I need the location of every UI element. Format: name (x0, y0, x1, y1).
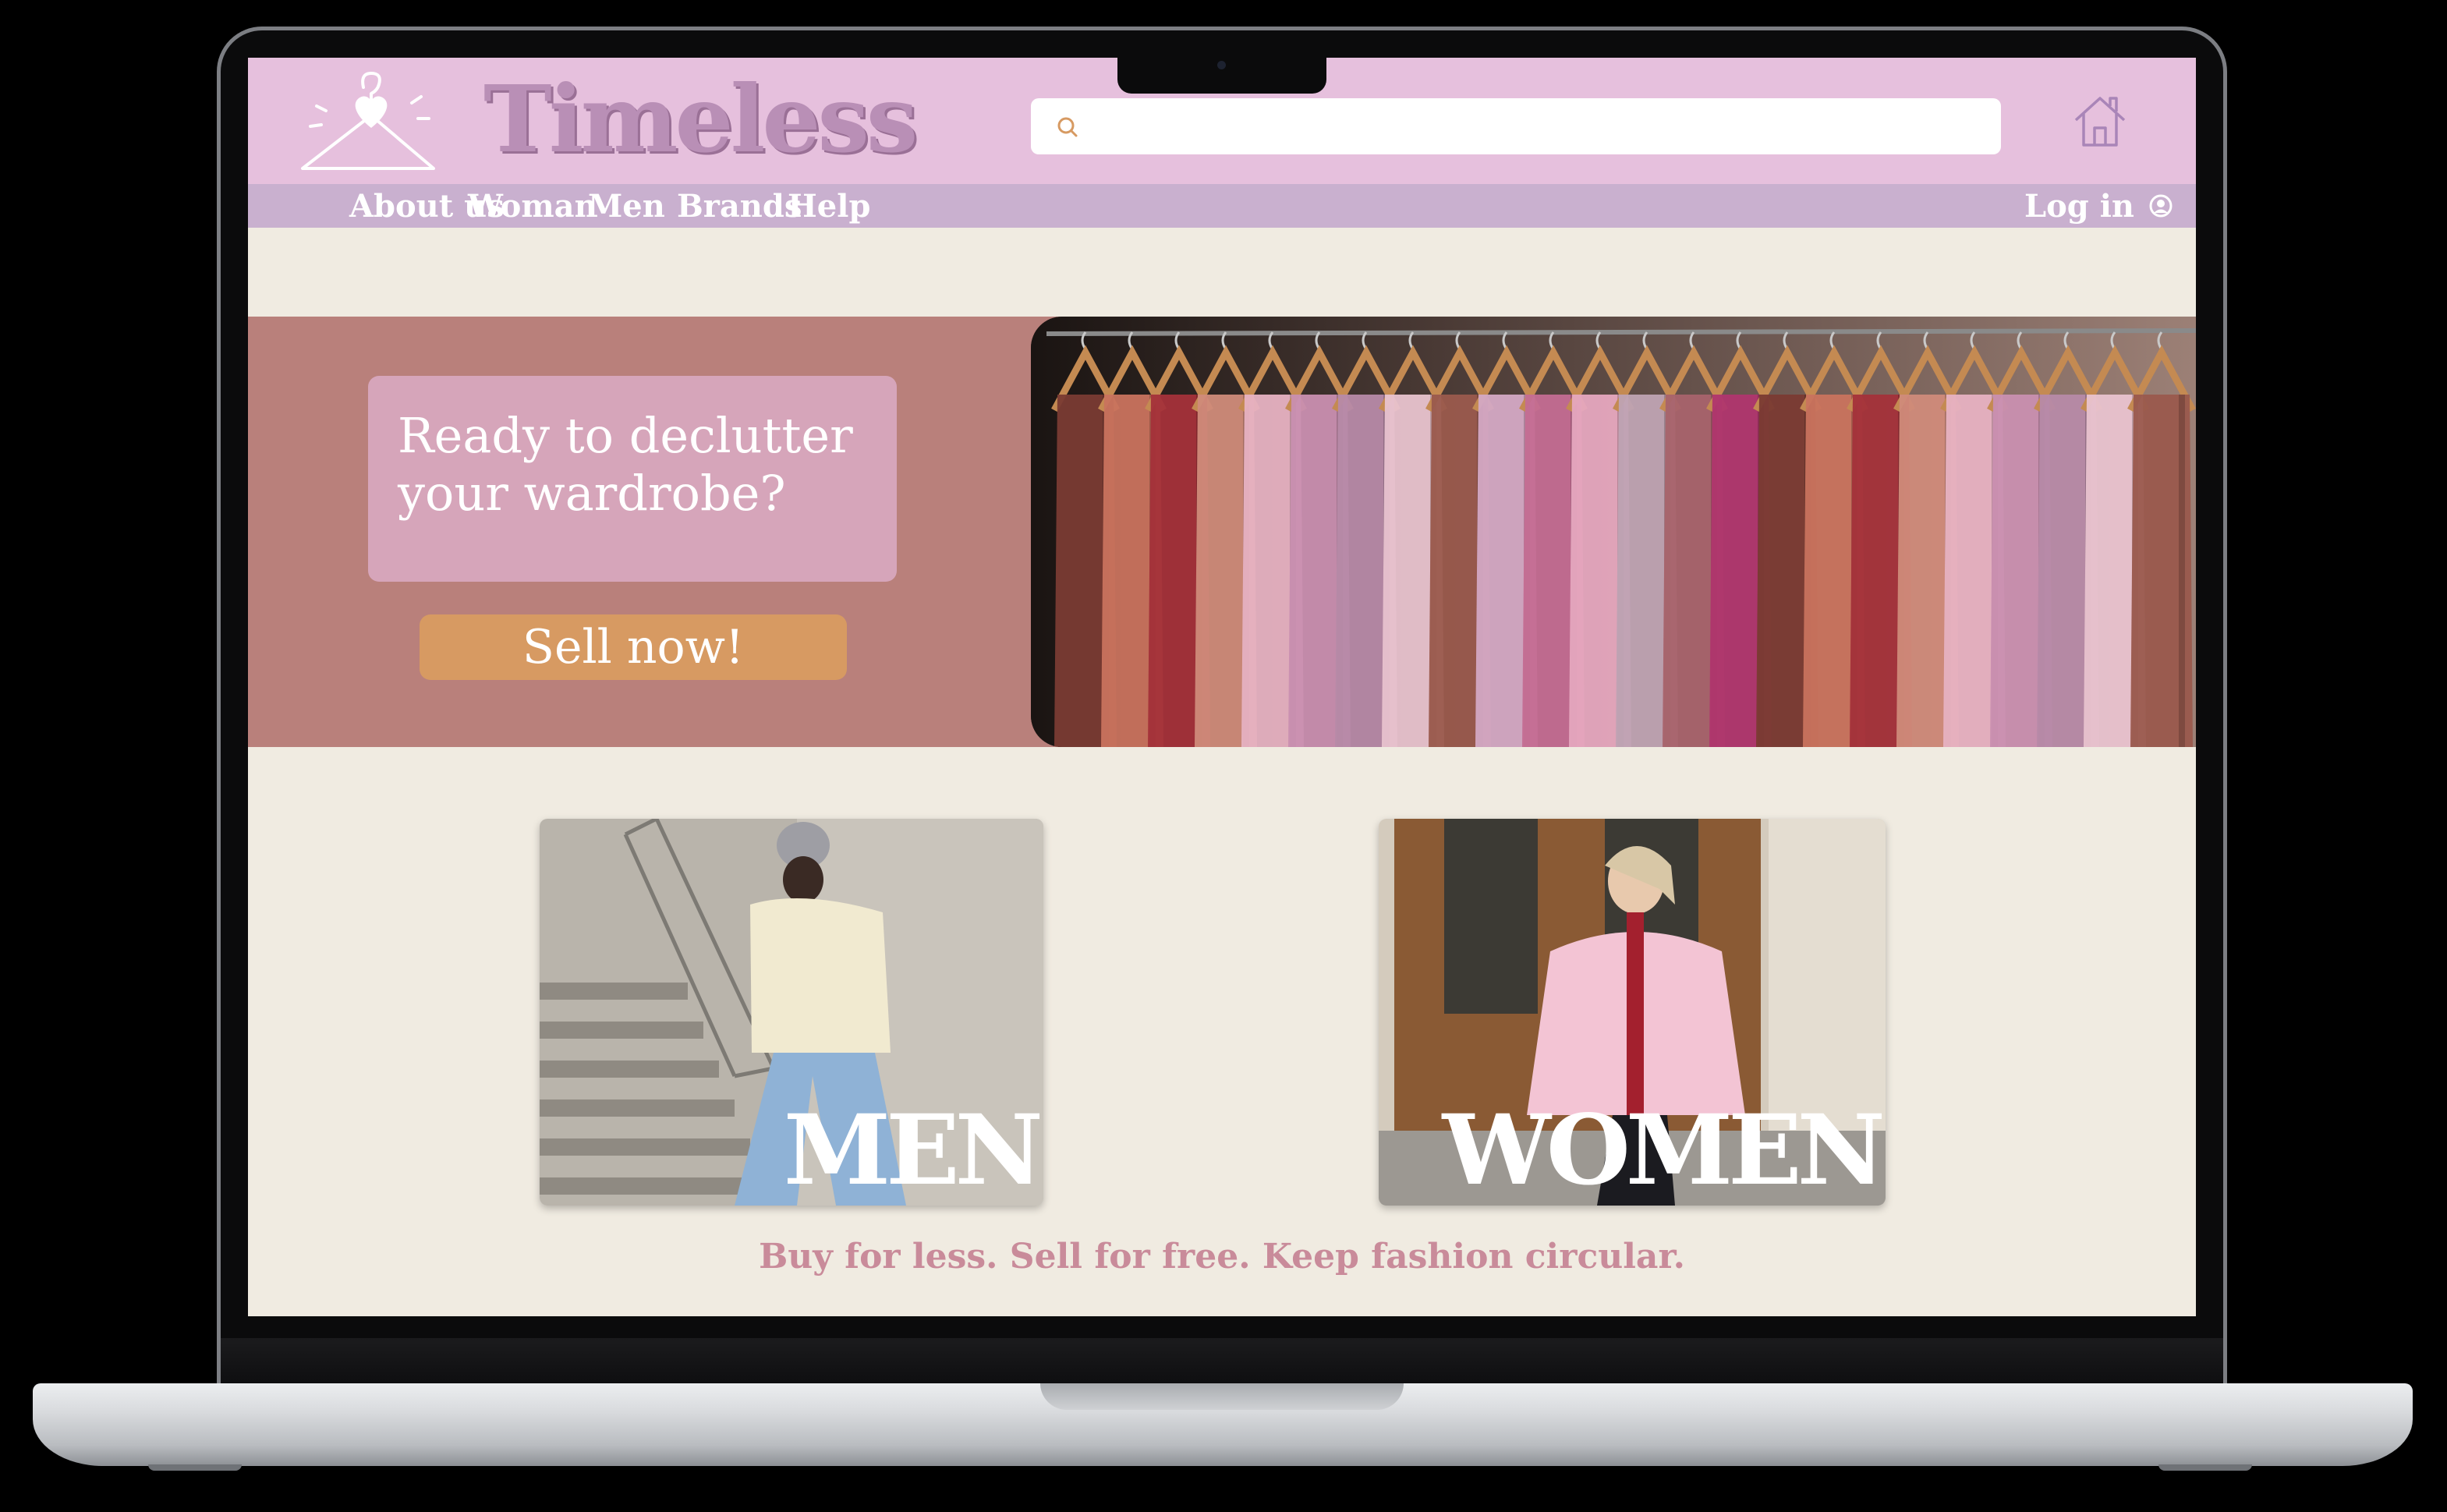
tagline: Buy for less. Sell for free. Keep fashio… (759, 1237, 1685, 1277)
hero-headline: Ready to declutter your wardrobe? (398, 407, 853, 522)
camera-icon (1217, 61, 1226, 69)
men-category-tile[interactable]: MEN (540, 819, 1043, 1206)
nav-brands[interactable]: Brands (677, 184, 802, 228)
laptop-opening-groove (1040, 1383, 1404, 1410)
hero-banner: Ready to declutter your wardrobe? Sell n… (248, 317, 2196, 747)
nav-woman[interactable]: Woman (468, 184, 597, 228)
user-circle-icon (2149, 194, 2173, 218)
search-bar[interactable] (1031, 98, 2001, 156)
hero-card: Ready to declutter your wardrobe? (368, 376, 897, 582)
laptop-foot-right (2158, 1464, 2252, 1471)
search-icon[interactable] (1056, 115, 1079, 139)
main-nav: About us Woman Men Brands Help Log in (248, 184, 2196, 228)
men-label: MEN (783, 1094, 1043, 1206)
nav-help[interactable]: Help (788, 184, 870, 228)
hanger-heart-icon (301, 72, 435, 170)
nav-men[interactable]: Men (588, 184, 665, 228)
login-label: Log in (2024, 187, 2134, 225)
sell-now-button[interactable]: Sell now! (420, 614, 847, 680)
women-label: WOMEN (1442, 1094, 1886, 1206)
login-link[interactable]: Log in (2024, 184, 2173, 228)
laptop-chin (221, 1338, 2223, 1385)
brand-logo[interactable]: Timeless (483, 61, 918, 178)
laptop-foot-left (148, 1464, 242, 1471)
women-category-tile[interactable]: WOMEN (1379, 819, 1886, 1206)
search-input[interactable] (1092, 98, 1984, 156)
clothing-rack-image (1031, 317, 2196, 747)
browser-screen: Timeless About us Woman Men Brands Help … (248, 58, 2196, 1316)
home-icon[interactable] (2070, 90, 2130, 151)
